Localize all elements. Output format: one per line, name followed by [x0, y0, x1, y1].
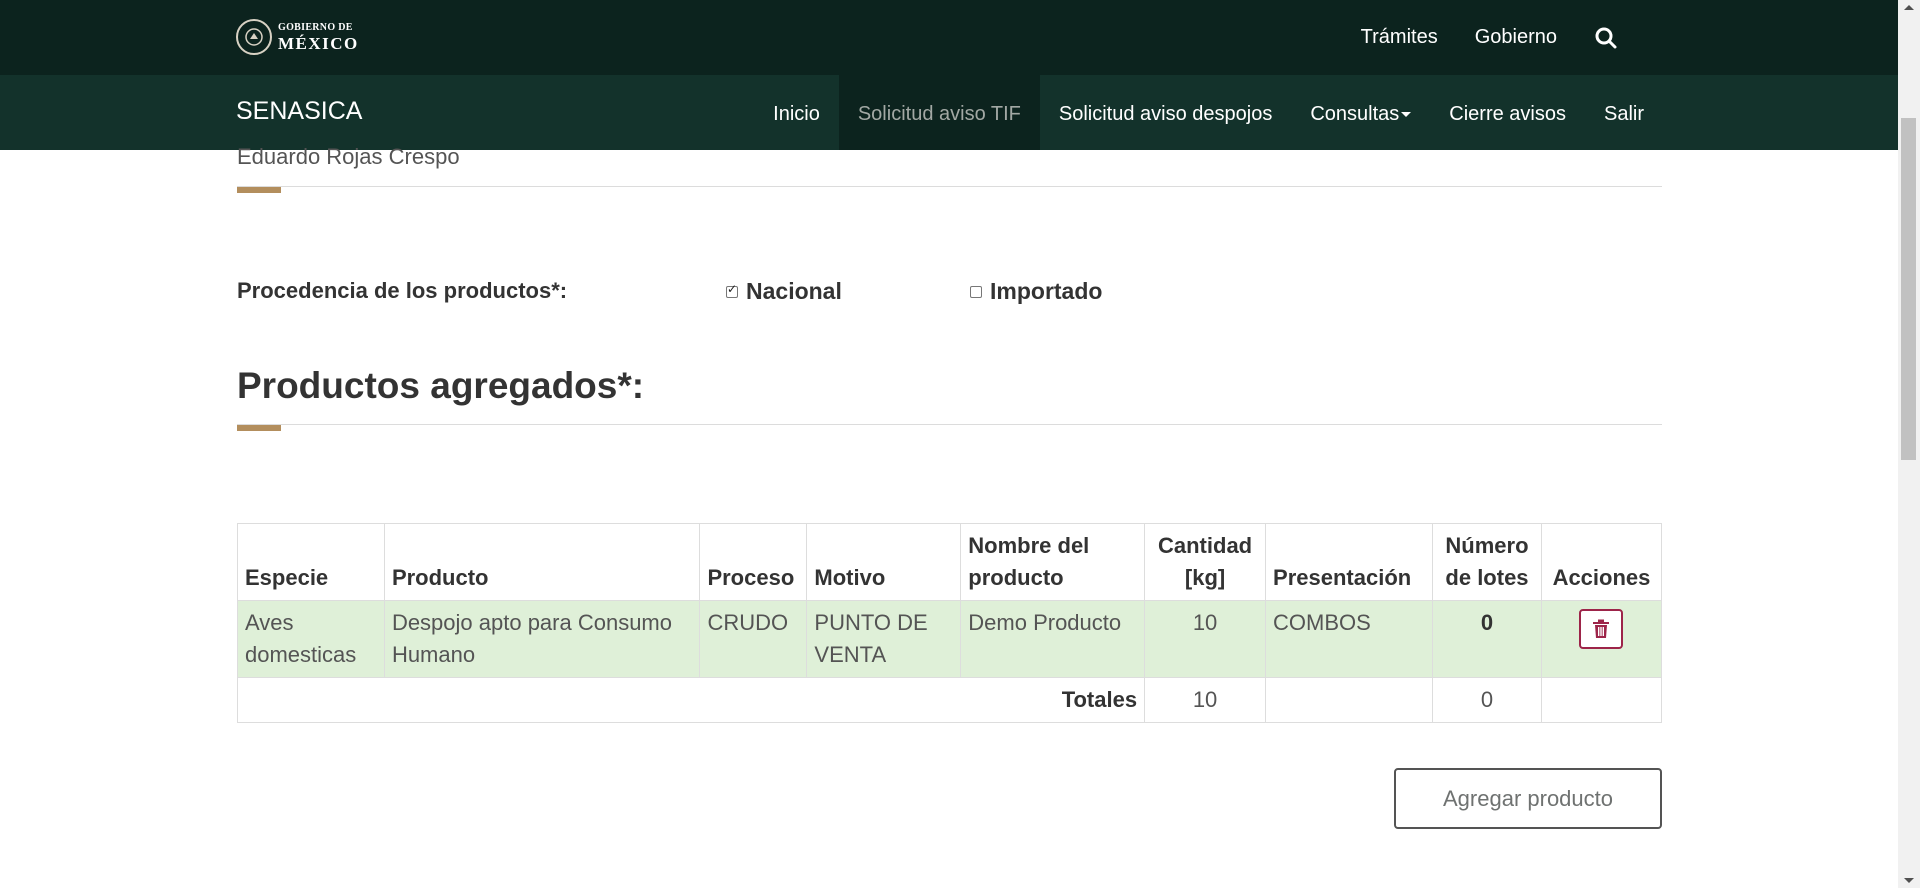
divider: [237, 424, 1662, 425]
brand-senasica[interactable]: SENASICA: [236, 75, 362, 147]
coat-of-arms-icon: [236, 19, 272, 55]
delete-button[interactable]: [1579, 609, 1624, 649]
col-acciones: Acciones: [1540, 523, 1663, 601]
nav-item-solicitud-aviso-despojos[interactable]: Solicitud aviso despojos: [1040, 75, 1291, 150]
cell-presentacion: COMBOS: [1265, 600, 1433, 678]
col-especie: Especie: [237, 523, 385, 601]
cell-lotes: 0: [1432, 600, 1542, 678]
totals-cantidad: 10: [1144, 677, 1267, 723]
col-proceso: Proceso: [699, 523, 808, 601]
totals-row: Totales 10 0: [236, 677, 1663, 723]
gov-header: GOBIERNO DE MÉXICO Trámites Gobierno: [0, 0, 1898, 75]
totals-label: Totales: [236, 677, 1146, 723]
logo-line1: GOBIERNO DE: [278, 21, 353, 33]
page-scrollbar[interactable]: [1898, 0, 1920, 888]
col-numero-lotes: Número de lotes: [1432, 523, 1542, 601]
scroll-down-icon[interactable]: [1904, 878, 1914, 883]
totals-acciones: [1540, 677, 1663, 723]
cell-motivo: PUNTO DE VENTA: [806, 600, 962, 678]
col-nombre-producto: Nombre del producto: [960, 523, 1146, 601]
importado-option[interactable]: Importado: [970, 278, 1102, 305]
nacional-checkbox[interactable]: [726, 282, 738, 298]
nacional-label: Nacional: [746, 278, 842, 304]
trash-icon: [1593, 619, 1610, 638]
caret-down-icon: [1401, 112, 1412, 118]
nav-consultas-label: Consultas: [1310, 103, 1400, 125]
gobierno-mexico-logo[interactable]: GOBIERNO DE MÉXICO: [236, 17, 359, 57]
products-table: Especie Producto Proceso Motivo Nombre d…: [236, 523, 1663, 723]
scroll-up-icon[interactable]: [1904, 5, 1914, 10]
col-producto: Producto: [383, 523, 701, 601]
divider-accent: [237, 425, 281, 431]
nav-item-solicitud-aviso-tif[interactable]: Solicitud aviso TIF: [838, 75, 1040, 150]
user-name: Eduardo Rojas Crespo: [237, 144, 460, 169]
nav-item-consultas[interactable]: Consultas: [1291, 75, 1430, 150]
table-header-row: Especie Producto Proceso Motivo Nombre d…: [237, 523, 1663, 601]
col-presentacion: Presentación: [1265, 523, 1433, 601]
gobierno-link[interactable]: Gobierno: [1475, 26, 1557, 49]
importado-label: Importado: [990, 278, 1103, 304]
totals-presentacion: [1265, 677, 1433, 723]
cell-acciones: [1540, 600, 1663, 678]
section-title: Productos agregados*:: [237, 365, 645, 406]
logo-line2: MÉXICO: [278, 33, 359, 53]
main-navbar: SENASICA Inicio Solicitud aviso TIF Soli…: [0, 75, 1898, 150]
cell-especie: Aves domesticas: [237, 600, 385, 678]
procedencia-label: Procedencia de los productos*:: [237, 278, 568, 303]
col-motivo: Motivo: [806, 523, 962, 601]
divider: [237, 186, 1662, 187]
tramites-link[interactable]: Trámites: [1361, 26, 1438, 49]
scroll-thumb[interactable]: [1901, 118, 1916, 460]
add-product-button[interactable]: Agregar producto: [1394, 768, 1662, 829]
cell-proceso: CRUDO: [699, 600, 808, 678]
search-icon[interactable]: [1594, 26, 1618, 50]
totals-lotes: 0: [1432, 677, 1542, 723]
cell-cantidad: 10: [1144, 600, 1267, 678]
nav-item-salir[interactable]: Salir: [1585, 75, 1663, 150]
nav-item-inicio[interactable]: Inicio: [754, 75, 839, 150]
nav-item-cierre-avisos[interactable]: Cierre avisos: [1430, 75, 1585, 150]
cell-nombre: Demo Producto: [960, 600, 1146, 678]
col-cantidad: Cantidad [kg]: [1144, 523, 1267, 601]
divider-accent: [237, 187, 281, 193]
importado-checkbox[interactable]: [970, 285, 982, 298]
table-row: Aves domesticas Despojo apto para Consum…: [237, 600, 1663, 678]
cell-producto: Despojo apto para Consumo Humano: [383, 600, 701, 678]
nacional-option[interactable]: Nacional: [726, 278, 842, 305]
